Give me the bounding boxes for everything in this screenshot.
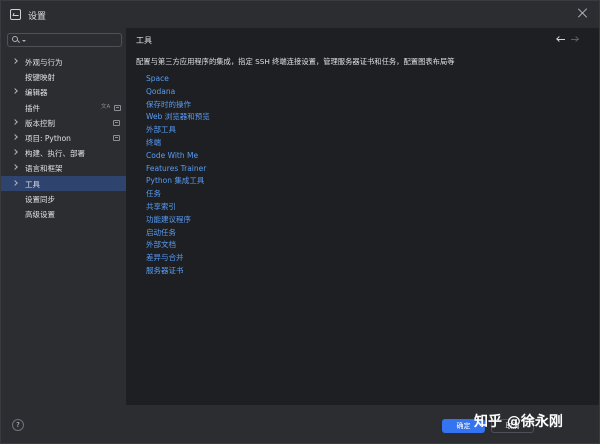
window-title: 设置 (28, 12, 47, 22)
sidebar-item-languages[interactable]: 语言和框架 (1, 160, 126, 175)
link-tasks[interactable]: 任务 (146, 188, 210, 201)
sidebar-item-appearance[interactable]: 外观与行为 (1, 54, 126, 69)
link-python-integrated-tools[interactable]: Python 集成工具 (146, 175, 210, 188)
link-startup-tasks[interactable]: 启动任务 (146, 227, 210, 240)
sidebar-item-label: 高级设置 (25, 209, 55, 219)
app-icon (10, 9, 21, 20)
help-icon[interactable]: ? (12, 419, 24, 431)
chevron-right-icon[interactable] (12, 164, 18, 171)
sidebar-item-label: 构建、执行、部署 (25, 149, 85, 159)
search-field[interactable] (7, 33, 122, 47)
link-qodana[interactable]: Qodana (146, 86, 210, 99)
sidebar-item-label: 设置同步 (25, 194, 55, 204)
language-icon: 文A (101, 103, 111, 110)
link-actions-on-save[interactable]: 保存时的操作 (146, 99, 210, 112)
sidebar-item-label: 工具 (25, 179, 40, 189)
sidebar-item-advanced[interactable]: 高级设置 (1, 206, 126, 221)
sidebar-item-keymap[interactable]: 按键映射 (1, 69, 126, 84)
sidebar-item-editor[interactable]: 编辑器 (1, 84, 126, 99)
link-terminal[interactable]: 终端 (146, 137, 210, 150)
sidebar-item-label: 编辑器 (25, 88, 48, 98)
sidebar-item-build[interactable]: 构建、执行、部署 (1, 145, 126, 160)
chevron-right-icon[interactable] (12, 58, 18, 64)
box-icon (114, 104, 121, 111)
sidebar-item-plugins[interactable]: 插件 文A (1, 100, 126, 115)
forward-arrow-icon[interactable] (570, 35, 580, 45)
chevron-right-icon[interactable] (12, 179, 18, 186)
sidebar-item-project[interactable]: 项目: Python (1, 130, 126, 145)
settings-dialog: 设置 外观与行为 按键映射 编辑器 插件 文A 版本控制 项目: Python … (0, 0, 600, 444)
sidebar-item-version-control[interactable]: 版本控制 (1, 115, 126, 130)
link-shared-indexes[interactable]: 共享索引 (146, 201, 210, 214)
link-web-browsers[interactable]: Web 浏览器和预览 (146, 111, 210, 124)
watermark: 知乎 @徐永刚 (474, 414, 563, 430)
sidebar-item-label: 语言和框架 (25, 164, 63, 174)
sidebar-item-settings-sync[interactable]: 设置同步 (1, 191, 126, 206)
settings-tree: 外观与行为 按键映射 编辑器 插件 文A 版本控制 项目: Python 构建、… (1, 54, 126, 221)
title-bar: 设置 (1, 1, 599, 28)
page-description: 配置与第三方应用程序的集成，指定 SSH 终端连接设置，管理服务器证书和任务，配… (136, 57, 455, 66)
breadcrumb: 工具 (136, 36, 152, 45)
link-external-tools[interactable]: 外部工具 (146, 124, 210, 137)
settings-content: 工具 配置与第三方应用程序的集成，指定 SSH 终端连接设置，管理服务器证书和任… (126, 28, 599, 405)
sidebar-item-label: 版本控制 (25, 118, 55, 128)
link-server-certificates[interactable]: 服务器证书 (146, 265, 210, 278)
chevron-right-icon[interactable] (12, 149, 18, 155)
close-icon[interactable] (577, 7, 589, 19)
back-arrow-icon[interactable] (556, 35, 566, 45)
sidebar-item-label: 按键映射 (25, 73, 55, 83)
dialog-footer: ? 确定 取消 知乎 @徐永刚 (1, 405, 599, 443)
sidebar-item-tools[interactable]: 工具 (1, 175, 126, 191)
sidebar-item-label: 插件 (25, 103, 40, 113)
box-icon (113, 119, 120, 126)
chevron-down-icon[interactable] (22, 40, 26, 42)
search-icon[interactable] (12, 36, 20, 44)
link-feature-suggester[interactable]: 功能建议程序 (146, 214, 210, 227)
chevron-right-icon[interactable] (12, 88, 18, 95)
chevron-right-icon[interactable] (12, 134, 18, 140)
tools-link-list: Space Qodana 保存时的操作 Web 浏览器和预览 外部工具 终端 C… (146, 73, 210, 278)
sidebar-item-label: 项目: Python (25, 133, 71, 143)
link-external-documentation[interactable]: 外部文档 (146, 239, 210, 252)
chevron-right-icon[interactable] (12, 118, 18, 125)
link-features-trainer[interactable]: Features Trainer (146, 163, 210, 176)
sidebar-item-label: 外观与行为 (25, 58, 63, 67)
link-diff-merge[interactable]: 差异与合并 (146, 252, 210, 265)
search-input[interactable] (28, 35, 118, 46)
settings-sidebar: 外观与行为 按键映射 编辑器 插件 文A 版本控制 项目: Python 构建、… (1, 28, 126, 405)
link-space[interactable]: Space (146, 73, 210, 86)
box-icon (113, 134, 120, 141)
link-code-with-me[interactable]: Code With Me (146, 150, 210, 163)
